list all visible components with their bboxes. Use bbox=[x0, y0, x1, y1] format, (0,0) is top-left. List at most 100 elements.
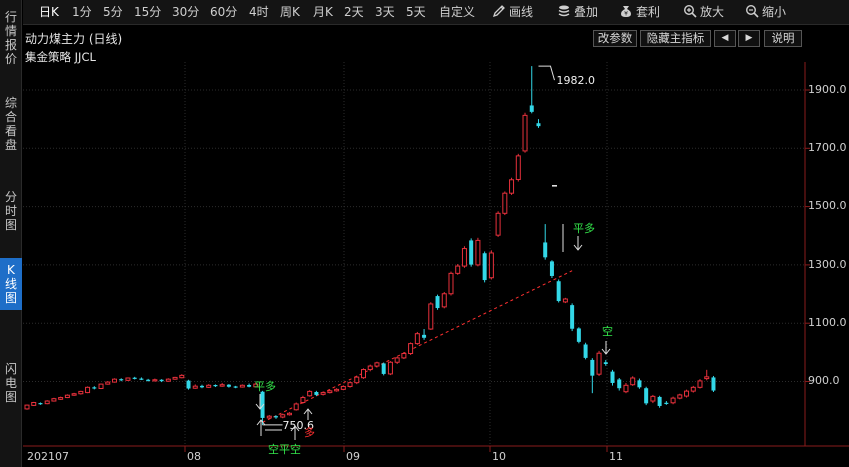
candle-body bbox=[58, 397, 64, 400]
candle-body bbox=[543, 242, 548, 258]
candle-body bbox=[213, 384, 218, 387]
candle-body bbox=[38, 403, 43, 405]
signal-arrow-down-3 bbox=[601, 341, 611, 355]
candle-body bbox=[704, 376, 710, 380]
x-tick-09: 09 bbox=[346, 450, 360, 463]
candle-body bbox=[603, 362, 608, 365]
candle-body bbox=[650, 395, 656, 402]
y-tick-1100: 1100.0 bbox=[808, 316, 847, 329]
candle-body bbox=[394, 357, 400, 363]
y-tick-1500: 1500.0 bbox=[808, 199, 847, 212]
y-tick-1700: 1700.0 bbox=[808, 141, 847, 154]
candle-body bbox=[293, 403, 299, 411]
candle-body bbox=[428, 303, 434, 330]
candle-body bbox=[98, 383, 104, 389]
candle-body bbox=[85, 386, 91, 394]
candle-body bbox=[435, 296, 440, 309]
candle-body bbox=[300, 397, 306, 403]
candle-body bbox=[71, 393, 77, 396]
candle-body bbox=[334, 388, 340, 392]
candle-body bbox=[139, 378, 144, 380]
candle-body bbox=[422, 334, 427, 338]
high-price-label: 1982.0 bbox=[556, 74, 595, 87]
candle-body bbox=[199, 385, 204, 388]
candle-body bbox=[677, 394, 683, 399]
candle-body bbox=[610, 371, 615, 383]
candle-body bbox=[664, 402, 669, 404]
candle-body bbox=[354, 376, 360, 384]
candle-body bbox=[670, 397, 676, 404]
candle-body bbox=[159, 379, 164, 382]
candle-body bbox=[125, 377, 131, 381]
candle-body bbox=[192, 385, 198, 389]
y-tick-900: 900.0 bbox=[808, 374, 840, 387]
candle-body bbox=[644, 388, 649, 404]
candle-body bbox=[590, 359, 595, 376]
candle-body bbox=[488, 252, 494, 279]
candle-body bbox=[515, 155, 521, 180]
candle-body bbox=[657, 396, 662, 406]
candle-body bbox=[448, 272, 454, 295]
kline-chart[interactable]: 1982.0 750.6 平多 平多 空 空平空 多 bbox=[0, 0, 849, 467]
candle-body bbox=[374, 362, 380, 367]
candle-body bbox=[401, 353, 407, 359]
y-tick-1300: 1300.0 bbox=[808, 258, 847, 271]
candle-body bbox=[529, 105, 534, 112]
candle-body bbox=[172, 376, 178, 380]
candle-body bbox=[307, 390, 313, 397]
candle-body bbox=[78, 390, 84, 395]
signal-long: 多 bbox=[304, 425, 315, 439]
candle-body bbox=[119, 379, 124, 381]
candle-body bbox=[347, 382, 353, 387]
candle-body bbox=[165, 378, 171, 382]
candle-body bbox=[570, 305, 575, 329]
candle-body bbox=[697, 380, 703, 388]
candle-body bbox=[617, 379, 622, 389]
candle-body bbox=[461, 248, 467, 267]
candle-body bbox=[280, 414, 286, 418]
x-tick-10: 10 bbox=[492, 450, 506, 463]
signal-short: 空 bbox=[602, 324, 613, 338]
chart-grid bbox=[23, 62, 810, 452]
signal-short-close-short: 空平空 bbox=[268, 442, 301, 456]
candle-body bbox=[387, 361, 393, 375]
candle-body bbox=[414, 333, 420, 345]
candles bbox=[24, 66, 716, 425]
candle-body bbox=[233, 386, 238, 388]
candle-body bbox=[482, 253, 487, 281]
candle-body bbox=[690, 386, 696, 392]
candle-body bbox=[327, 390, 333, 394]
candle-body bbox=[206, 384, 212, 388]
candle-body bbox=[408, 343, 414, 355]
signal-arrow-up-1 bbox=[256, 419, 266, 436]
candle-body bbox=[132, 377, 137, 379]
candle-body bbox=[361, 369, 366, 379]
candle-body bbox=[219, 384, 225, 387]
candle-body bbox=[469, 240, 474, 265]
candle-body bbox=[314, 391, 319, 395]
candle-body bbox=[495, 212, 501, 236]
candle-body bbox=[556, 281, 561, 302]
candle-body bbox=[455, 265, 461, 274]
candle-body bbox=[186, 380, 191, 389]
candle-body bbox=[562, 298, 568, 303]
tick-mark bbox=[552, 185, 557, 187]
signal-close-long-2: 平多 bbox=[573, 221, 595, 235]
candle-body bbox=[549, 261, 554, 276]
candle-body bbox=[367, 365, 373, 371]
candle-body bbox=[475, 239, 481, 266]
candle-body bbox=[596, 352, 602, 375]
x-tick-08: 08 bbox=[187, 450, 201, 463]
candle-body bbox=[152, 379, 158, 382]
candle-body bbox=[684, 390, 690, 397]
candle-body bbox=[226, 384, 231, 387]
candle-body bbox=[381, 363, 386, 374]
candle-body bbox=[92, 387, 97, 389]
x-tick-11: 11 bbox=[609, 450, 623, 463]
candle-body bbox=[441, 293, 447, 308]
candle-body bbox=[146, 379, 151, 381]
candle-body bbox=[51, 398, 57, 402]
candle-body bbox=[340, 385, 346, 390]
candle-body bbox=[630, 377, 636, 386]
signal-close-long-1: 平多 bbox=[254, 379, 276, 393]
